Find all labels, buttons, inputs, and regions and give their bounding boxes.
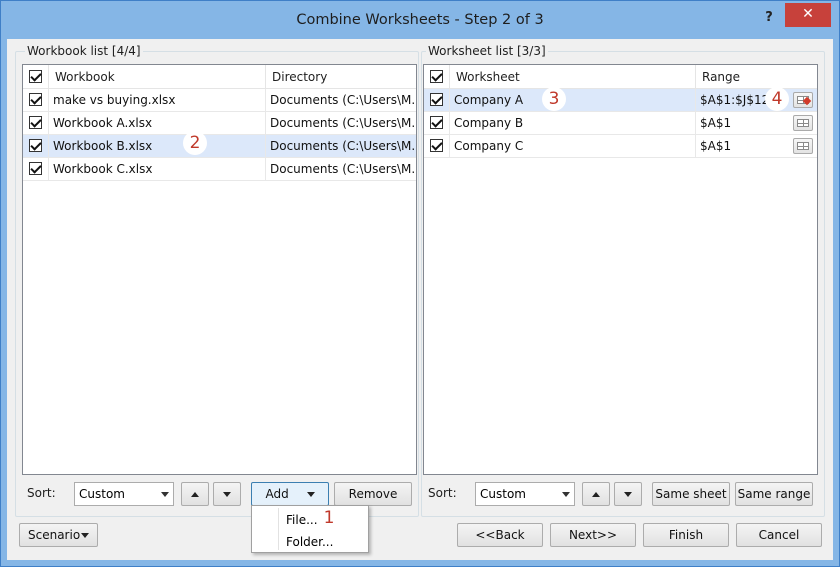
row-check-cell <box>424 89 450 111</box>
row-checkbox[interactable] <box>430 93 443 106</box>
select-all-workbooks-checkbox[interactable] <box>29 70 42 83</box>
row-checkbox[interactable] <box>29 162 42 175</box>
dialog-window: Combine Worksheets - Step 2 of 3 ? ✕ Wor… <box>0 0 840 567</box>
help-button[interactable]: ? <box>757 9 781 27</box>
workbook-name: Workbook C.xlsx <box>49 158 266 180</box>
remove-button[interactable]: Remove <box>334 482 412 506</box>
workbook-name: Workbook B.xlsx <box>49 135 266 157</box>
column-header-directory[interactable]: Directory <box>266 65 416 89</box>
worksheet-range-value: $A$1:$J$12 <box>700 93 770 107</box>
add-button[interactable]: Add <box>251 482 329 506</box>
range-select-icon <box>797 142 809 150</box>
worksheet-row-selected[interactable]: Company A $A$1:$J$12 <box>424 89 817 112</box>
arrow-up-icon <box>191 492 199 497</box>
row-checkbox[interactable] <box>29 139 42 152</box>
workbook-sort-value: Custom <box>79 487 125 501</box>
next-button[interactable]: Next>> <box>550 523 636 547</box>
workbook-directory: Documents (C:\Users\M... <box>270 139 416 153</box>
workbook-row[interactable]: Workbook A.xlsx Documents (C:\Users\M... <box>23 112 416 135</box>
chevron-down-icon <box>81 533 89 538</box>
workbook-sort-label: Sort: <box>27 486 56 500</box>
chevron-down-icon <box>306 492 315 497</box>
range-select-button[interactable] <box>793 92 813 108</box>
worksheet-list-title: Worksheet list [3/3] <box>426 44 548 58</box>
workbook-row[interactable]: Workbook C.xlsx Documents (C:\Users\M... <box>23 158 416 181</box>
row-checkbox[interactable] <box>29 116 42 129</box>
range-select-icon <box>797 119 809 127</box>
row-checkbox[interactable] <box>430 139 443 152</box>
worksheet-name: Company A <box>450 89 696 111</box>
chevron-down-icon <box>161 492 169 497</box>
worksheet-sort-combo[interactable]: Custom <box>475 482 575 506</box>
column-header-range[interactable]: Range <box>696 65 817 89</box>
select-all-worksheets-checkbox[interactable] <box>430 70 443 83</box>
range-select-button[interactable] <box>793 138 813 154</box>
cancel-button[interactable]: Cancel <box>736 523 822 547</box>
workbook-sort-combo[interactable]: Custom <box>74 482 174 506</box>
workbook-listview[interactable]: Workbook Directory make vs buying.xlsx D… <box>22 64 417 475</box>
workbook-list-title: Workbook list [4/4] <box>25 44 143 58</box>
workbook-move-down-button[interactable] <box>213 482 241 506</box>
row-checkbox[interactable] <box>29 93 42 106</box>
workbook-move-up-button[interactable] <box>181 482 209 506</box>
scenario-button-label: Scenario <box>28 528 81 542</box>
worksheet-row[interactable]: Company B $A$1 <box>424 112 817 135</box>
menu-item-file[interactable]: File... <box>252 509 368 531</box>
step-badge-3: 3 <box>542 87 566 111</box>
step-badge-4: 4 <box>765 87 789 111</box>
workbook-directory: Documents (C:\Users\M... <box>270 162 416 176</box>
add-dropdown-menu: File... Folder... <box>251 505 369 553</box>
row-checkbox[interactable] <box>430 116 443 129</box>
worksheet-range-value: $A$1 <box>700 116 732 130</box>
step-badge-1: 1 <box>317 506 341 530</box>
workbook-row-selected[interactable]: Workbook B.xlsx Documents (C:\Users\M... <box>23 135 416 158</box>
menu-item-folder[interactable]: Folder... <box>252 531 368 553</box>
header-check-cell <box>424 65 450 89</box>
add-button-label: Add <box>265 487 289 501</box>
worksheet-range-value: $A$1 <box>700 139 732 153</box>
arrow-down-icon <box>223 492 231 497</box>
same-range-button[interactable]: Same range <box>735 482 813 506</box>
row-check-cell <box>23 135 49 157</box>
close-button[interactable]: ✕ <box>785 3 831 27</box>
worksheet-sort-label: Sort: <box>428 486 457 500</box>
worksheet-row[interactable]: Company C $A$1 <box>424 135 817 158</box>
chevron-down-icon <box>562 492 570 497</box>
dialog-body: Workbook list [4/4] Workbook Directory m… <box>7 39 833 560</box>
worksheet-move-up-button[interactable] <box>582 482 610 506</box>
row-check-cell <box>23 158 49 180</box>
header-check-cell <box>23 65 49 89</box>
worksheet-list-header: Worksheet Range <box>424 65 817 89</box>
workbook-name: make vs buying.xlsx <box>49 89 266 111</box>
worksheet-move-down-button[interactable] <box>614 482 642 506</box>
finish-button[interactable]: Finish <box>643 523 729 547</box>
same-sheet-button[interactable]: Same sheet <box>652 482 730 506</box>
worksheet-sort-value: Custom <box>480 487 526 501</box>
workbook-directory: Documents (C:\Users\M... <box>270 116 416 130</box>
back-button[interactable]: <<Back <box>457 523 543 547</box>
arrow-up-icon <box>592 492 600 497</box>
arrow-down-icon <box>624 492 632 497</box>
row-check-cell <box>424 112 450 134</box>
workbook-list-header: Workbook Directory <box>23 65 416 89</box>
range-select-button[interactable] <box>793 115 813 131</box>
workbook-directory: Documents (C:\Users\M... <box>270 93 416 107</box>
row-check-cell <box>424 135 450 157</box>
window-title: Combine Worksheets - Step 2 of 3 <box>296 12 544 28</box>
row-check-cell <box>23 112 49 134</box>
title-bar: Combine Worksheets - Step 2 of 3 ? ✕ <box>1 1 839 39</box>
row-check-cell <box>23 89 49 111</box>
worksheet-name: Company B <box>450 112 696 134</box>
step-badge-2: 2 <box>183 131 207 155</box>
worksheet-name: Company C <box>450 135 696 157</box>
workbook-name: Workbook A.xlsx <box>49 112 266 134</box>
worksheet-listview[interactable]: Worksheet Range Company A $A$1:$J$12 Com… <box>423 64 818 475</box>
column-header-workbook[interactable]: Workbook <box>49 65 266 89</box>
scenario-button[interactable]: Scenario <box>19 523 98 547</box>
workbook-row[interactable]: make vs buying.xlsx Documents (C:\Users\… <box>23 89 416 112</box>
column-header-worksheet[interactable]: Worksheet <box>450 65 696 89</box>
